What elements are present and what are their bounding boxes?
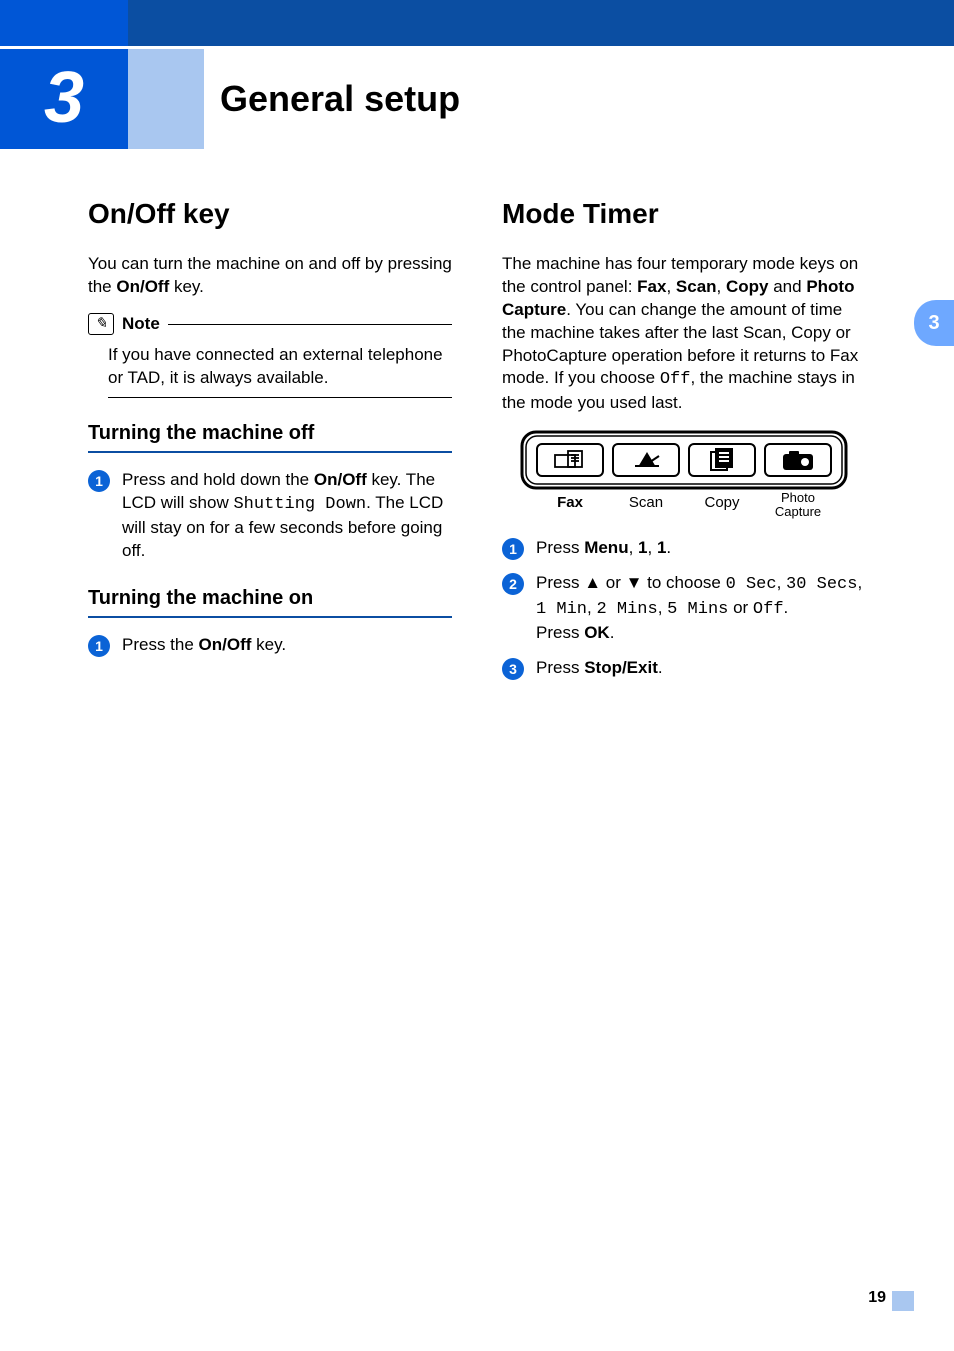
heading-mode-timer: Mode Timer [502,195,866,233]
svg-text:Capture: Capture [775,504,821,519]
chapter-accent [128,49,204,149]
right-column: Mode Timer The machine has four temporar… [502,195,866,692]
up-arrow-icon: ▲ [584,573,601,592]
note-icon: ✎ [88,313,114,335]
step-number-icon: 3 [502,658,524,680]
step-number-icon: 1 [502,538,524,560]
step-number-icon: 1 [88,635,110,657]
chapter-title: General setup [220,75,460,124]
svg-text:Photo: Photo [781,490,815,505]
svg-text:Scan: Scan [629,494,663,511]
header-bar [0,0,954,46]
svg-text:Copy: Copy [704,494,740,511]
chapter-number: 3 [0,49,128,149]
mode-timer-intro: The machine has four temporary mode keys… [502,253,866,416]
heading-turning-on: Turning the machine on [88,585,452,618]
page-number: 19 [868,1287,886,1309]
on-off-intro: You can turn the machine on and off by p… [88,253,452,299]
mode-timer-step-3: 3 Press Stop/Exit. [502,657,866,680]
note-body: If you have connected an external teleph… [108,344,452,399]
heading-turning-off: Turning the machine off [88,420,452,453]
chapter-heading: 3 General setup [0,49,460,149]
step-number-icon: 2 [502,573,524,595]
down-arrow-icon: ▼ [626,573,643,592]
thumb-index-tab: 3 [914,300,954,346]
page-number-accent [892,1291,914,1311]
mode-timer-step-2: 2 Press ▲ or ▼ to choose 0 Sec, 30 Secs,… [502,572,866,645]
note-label: Note [122,313,160,336]
step-on-1: 1 Press the On/Off key. [88,634,452,657]
mode-timer-step-1: 1 Press Menu, 1, 1. [502,537,866,560]
left-column: On/Off key You can turn the machine on a… [88,195,452,692]
note-block: ✎ Note If you have connected an external… [88,313,452,399]
step-off-1: 1 Press and hold down the On/Off key. Th… [88,469,452,563]
step-number-icon: 1 [88,470,110,492]
svg-text:Fax: Fax [557,494,584,511]
heading-on-off-key: On/Off key [88,195,452,233]
control-panel-illustration: Fax Scan Copy Photo Capture [519,429,849,521]
